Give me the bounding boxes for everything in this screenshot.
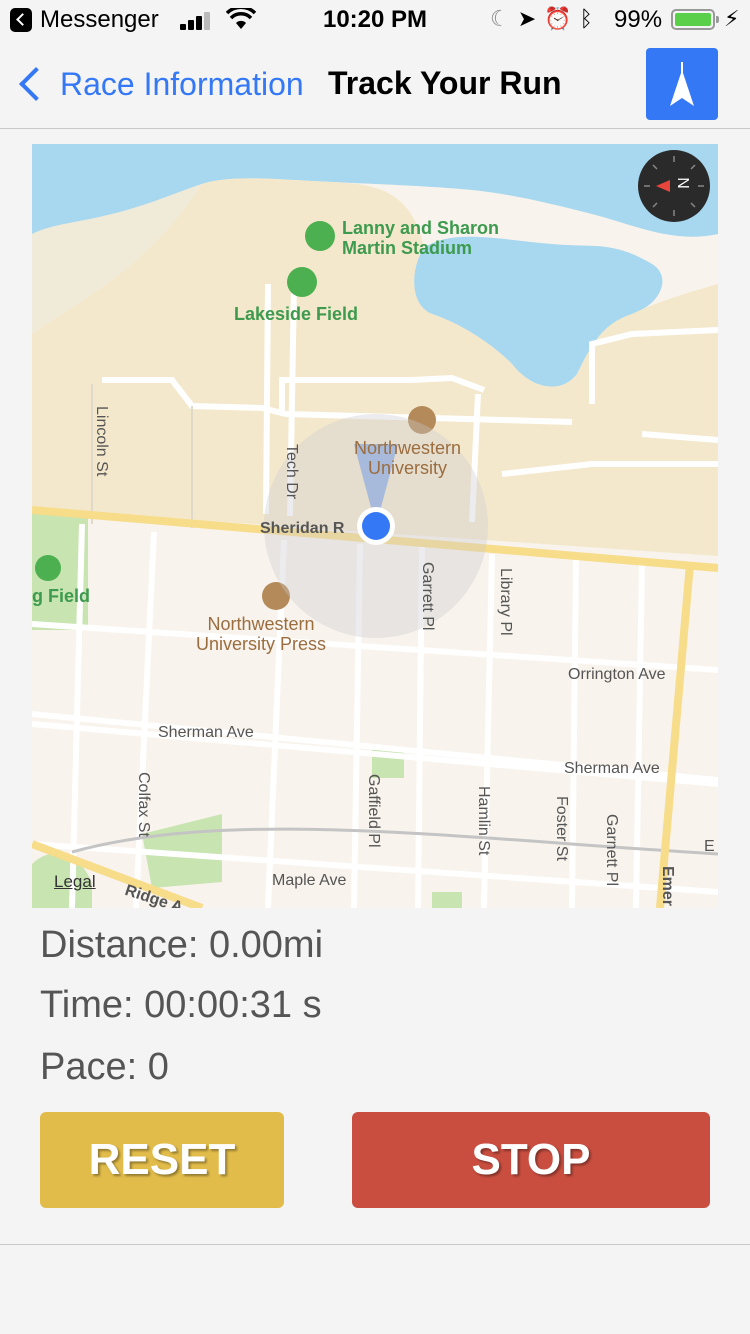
orrington-ave-label: Orrington Ave [568, 666, 666, 683]
street-e-label: E [704, 838, 715, 855]
park-small2 [432, 892, 462, 908]
stop-button[interactable]: STOP [352, 1112, 710, 1208]
hamlin-st-label: Hamlin St [475, 786, 492, 856]
northwestern-university-label: Northwestern University [354, 438, 462, 478]
time-readout: Time: 00:00:31 s [40, 984, 322, 1026]
status-icons: ☾➤⏰ᛒ [490, 6, 601, 32]
do-not-disturb-icon: ☾ [490, 6, 518, 31]
back-button-label: Race Information [60, 65, 304, 102]
navigation-arrow-icon [670, 62, 694, 106]
gaffield-pl-label: Gaffield Pl [365, 774, 382, 848]
tech-dr-label: Tech Dr [283, 444, 300, 500]
emerson-label: Emer [659, 866, 676, 907]
back-button[interactable]: Race Information [14, 60, 304, 108]
lakeside-field-label: Lakeside Field [234, 304, 359, 324]
reset-button[interactable]: RESET [40, 1112, 284, 1208]
sherman-ave-label-1: Sherman Ave [158, 724, 254, 741]
university-press-label: Northwestern University Press [196, 614, 327, 654]
alarm-icon: ⏰ [544, 6, 580, 31]
field-left-label: g Field [32, 586, 90, 606]
garrett-pl-label: Garrett Pl [419, 562, 436, 631]
stadium-label: Lanny and Sharon Martin Stadium [342, 218, 500, 258]
location-tracking-button[interactable] [646, 48, 718, 120]
compass-button[interactable]: N [638, 150, 710, 222]
bluetooth-icon: ᛒ [579, 6, 601, 31]
colfax-st-label: Colfax St [135, 772, 152, 837]
maple-ave-label: Maple Ave [272, 872, 347, 889]
map-view[interactable]: Lanny and Sharon Martin Stadium Lakeside… [32, 144, 718, 908]
compass-letter: N [673, 177, 691, 189]
pace-readout: Pace: 0 [40, 1046, 169, 1088]
battery-icon [671, 9, 719, 30]
charging-bolt-icon: ⚡ [724, 6, 740, 31]
lincoln-st-label: Lincoln St [93, 406, 110, 477]
bottom-divider [0, 1244, 750, 1245]
status-bar: Messenger 10:20 PM ☾➤⏰ᛒ 99% ⚡ [0, 0, 750, 40]
distance-readout: Distance: 0.00mi [40, 924, 324, 966]
garnett-pl-label: Garnett Pl [603, 814, 620, 887]
chevron-left-icon [19, 67, 53, 101]
battery-percent: 99% [614, 6, 663, 33]
foster-st-label: Foster St [553, 796, 570, 861]
location-arrow-icon: ➤ [517, 6, 545, 31]
sheridan-road-label: Sheridan R [260, 520, 345, 537]
navigation-bar: Race Information Track Your Run [0, 40, 750, 129]
legal-link[interactable]: Legal [54, 872, 96, 892]
sherman-ave-label-2: Sherman Ave [564, 760, 660, 777]
page-title: Track Your Run [328, 65, 562, 101]
library-pl-label: Library Pl [497, 568, 514, 636]
user-location-dot [362, 512, 390, 540]
